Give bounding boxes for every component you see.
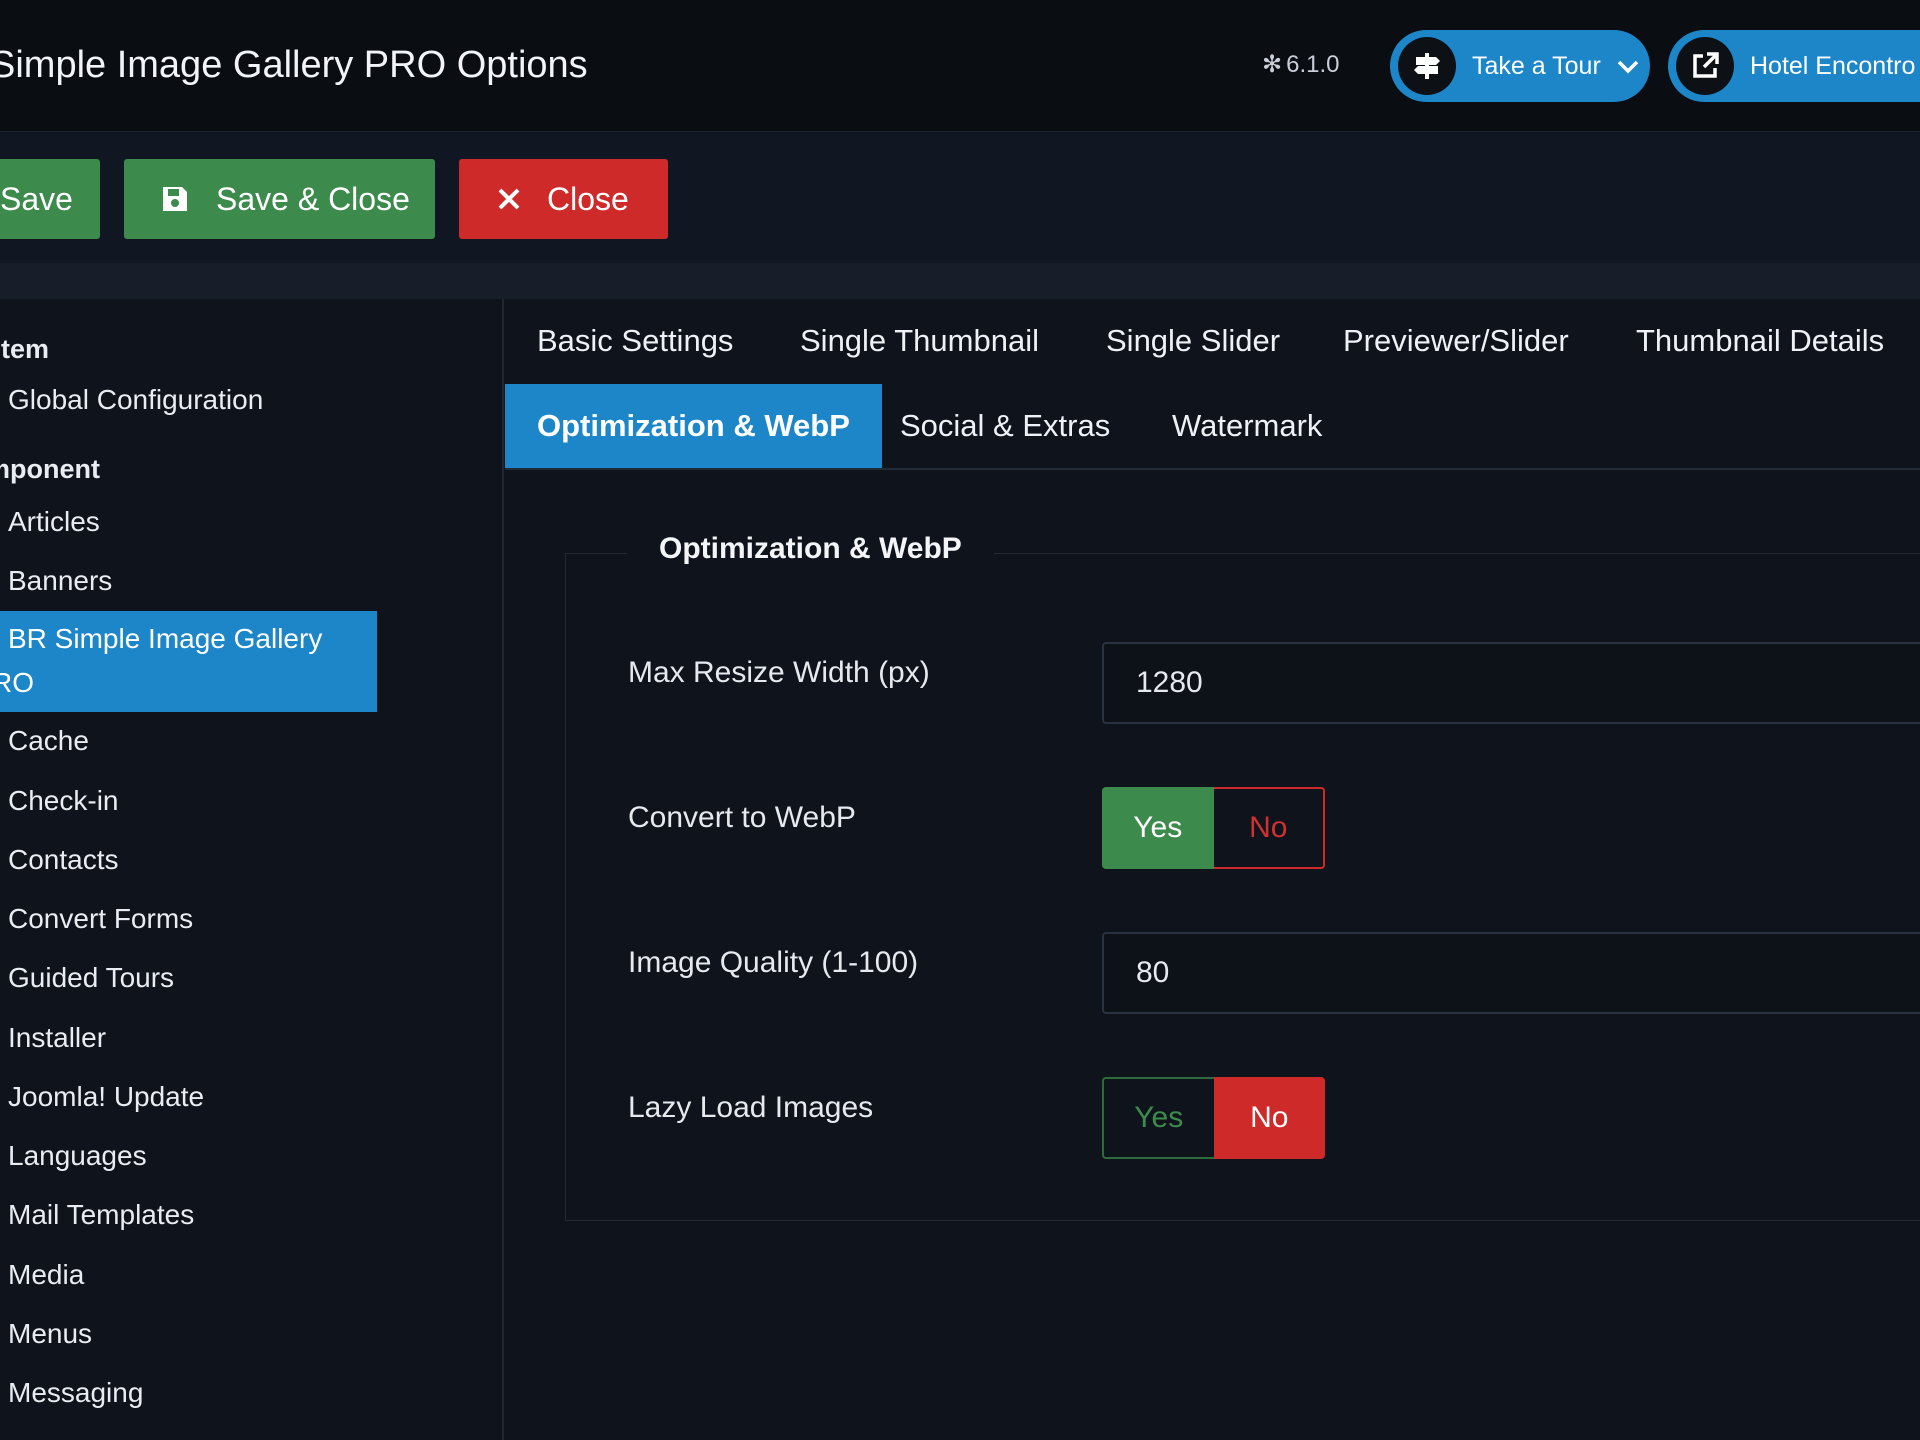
convert-webp-label: Convert to WebP bbox=[628, 801, 856, 834]
sidebar-item-messaging[interactable]: Messaging bbox=[8, 1377, 143, 1409]
tab-watermark[interactable]: Watermark bbox=[1172, 384, 1322, 468]
fieldset-legend: Optimization & WebP bbox=[627, 532, 994, 566]
sidebar-item-contacts[interactable]: Contacts bbox=[8, 844, 119, 876]
sidebar-item-installer[interactable]: Installer bbox=[8, 1022, 106, 1054]
tab-single-slider[interactable]: Single Slider bbox=[1106, 299, 1280, 383]
tabs-row-1: Basic Settings Single Thumbnail Single S… bbox=[505, 299, 1920, 383]
site-name-label: Hotel Encontro d bbox=[1750, 51, 1920, 80]
floppy-disk-icon bbox=[160, 184, 190, 214]
take-a-tour-label: Take a Tour bbox=[1472, 51, 1601, 80]
header: Simple Image Gallery PRO Options ✻ 6.1.0 … bbox=[0, 0, 1920, 132]
sidebar-heading-system: stem bbox=[0, 334, 50, 364]
close-label: Close bbox=[547, 180, 629, 217]
sidebar-item-convert-forms[interactable]: Convert Forms bbox=[8, 903, 193, 935]
sidebar-item-banners[interactable]: Banners bbox=[8, 565, 112, 597]
tab-thumbnail-details[interactable]: Thumbnail Details bbox=[1636, 299, 1884, 383]
tab-previewer-slider[interactable]: Previewer/Slider bbox=[1343, 299, 1569, 383]
image-quality-input[interactable]: 80 bbox=[1102, 932, 1920, 1014]
max-resize-width-input[interactable]: 1280 bbox=[1102, 642, 1920, 724]
close-button[interactable]: Close bbox=[459, 159, 668, 239]
tab-basic-settings[interactable]: Basic Settings bbox=[537, 299, 733, 383]
sidebar-item-global-configuration[interactable]: Global Configuration bbox=[8, 384, 263, 416]
sidebar-active-label-2: RO bbox=[0, 667, 34, 698]
lazy-load-label: Lazy Load Images bbox=[628, 1091, 874, 1124]
external-link-icon bbox=[1676, 37, 1734, 95]
tab-single-thumbnail[interactable]: Single Thumbnail bbox=[800, 299, 1039, 383]
sidebar-item-articles[interactable]: Articles bbox=[8, 506, 100, 538]
view-site-button[interactable]: Hotel Encontro d bbox=[1668, 30, 1920, 102]
save-close-label: Save & Close bbox=[216, 180, 410, 217]
save-close-button[interactable]: Save & Close bbox=[124, 159, 435, 239]
sidebar-item-cache[interactable]: Cache bbox=[8, 725, 89, 757]
convert-webp-no[interactable]: No bbox=[1213, 787, 1325, 869]
tab-optimization-webp[interactable]: Optimization & WebP bbox=[505, 384, 882, 468]
image-quality-value: 80 bbox=[1136, 956, 1170, 989]
tab-social-extras[interactable]: Social & Extras bbox=[900, 384, 1110, 468]
save-button[interactable]: Save bbox=[0, 159, 100, 239]
lazy-load-toggle: Yes No bbox=[1102, 1077, 1325, 1159]
subheader-band bbox=[0, 263, 1920, 299]
convert-webp-yes[interactable]: Yes bbox=[1102, 787, 1214, 869]
chevron-down-icon bbox=[1617, 52, 1639, 81]
lazy-load-yes[interactable]: Yes bbox=[1102, 1077, 1214, 1159]
lazy-load-no[interactable]: No bbox=[1213, 1077, 1325, 1159]
sidebar-heading-component: mponent bbox=[0, 454, 100, 484]
sidebar-item-joomla-update[interactable]: Joomla! Update bbox=[8, 1081, 204, 1113]
sidebar-item-menus[interactable]: Menus bbox=[8, 1318, 92, 1350]
sidebar-item-check-in[interactable]: Check-in bbox=[8, 785, 118, 817]
toolbar: Save Save & Close Close bbox=[0, 133, 1920, 263]
sidebar-item-mail-templates[interactable]: Mail Templates bbox=[8, 1199, 194, 1231]
signpost-icon bbox=[1398, 37, 1456, 95]
sidebar-active-label-1: BR Simple Image Gallery bbox=[8, 623, 323, 654]
close-icon bbox=[497, 187, 521, 211]
sidebar-item-guided-tours[interactable]: Guided Tours bbox=[8, 962, 174, 994]
max-resize-width-value: 1280 bbox=[1136, 666, 1203, 699]
max-resize-width-label: Max Resize Width (px) bbox=[628, 656, 930, 689]
take-a-tour-button[interactable]: Take a Tour bbox=[1390, 30, 1650, 102]
image-quality-label: Image Quality (1-100) bbox=[628, 946, 919, 979]
tabs-row-2: Optimization & WebP Social & Extras Wate… bbox=[505, 384, 1920, 468]
sidebar-item-media[interactable]: Media bbox=[8, 1259, 84, 1291]
tabs-divider bbox=[505, 468, 1920, 470]
page-title: Simple Image Gallery PRO Options bbox=[0, 44, 588, 86]
sidebar: stem Global Configuration mponent Articl… bbox=[0, 299, 504, 1440]
save-label: Save bbox=[0, 180, 73, 217]
convert-webp-toggle: Yes No bbox=[1102, 787, 1325, 869]
sidebar-item-simple-image-gallery[interactable]: BR Simple Image Gallery RO bbox=[0, 611, 377, 712]
version-label: ✻ 6.1.0 bbox=[1262, 51, 1340, 78]
sidebar-item-languages[interactable]: Languages bbox=[8, 1140, 147, 1172]
joomla-icon: ✻ bbox=[1262, 51, 1283, 78]
